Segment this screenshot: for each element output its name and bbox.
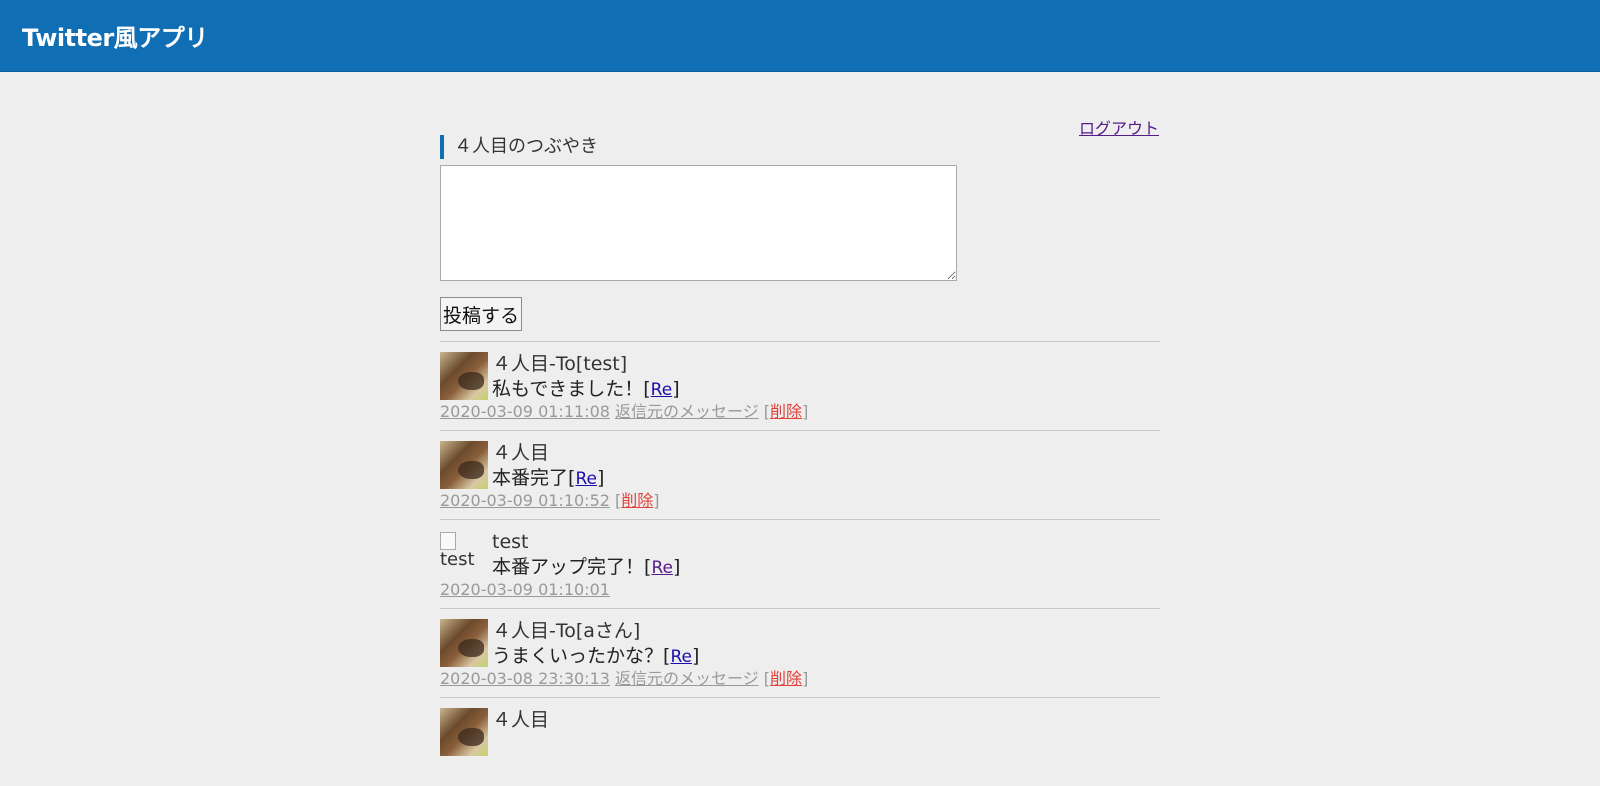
app-header: Twitter風アプリ (0, 0, 1600, 72)
entry-meta: 2020-03-08 23:30:13 返信元のメッセージ [削除] (440, 669, 809, 688)
reply-source-link[interactable]: 返信元のメッセージ (615, 669, 759, 688)
delete-link[interactable]: 削除 (770, 402, 802, 421)
app-title: Twitter風アプリ (22, 24, 208, 52)
reply-link[interactable]: Re (670, 647, 692, 667)
timestamp-link[interactable]: 2020-03-08 23:30:13 (440, 669, 610, 688)
delete-link[interactable]: 削除 (621, 491, 653, 510)
entry-message: うまくいったかな？[Re] (492, 645, 700, 667)
timestamp-link[interactable]: 2020-03-09 01:10:01 (440, 580, 610, 599)
logout-link[interactable]: ログアウト (1079, 115, 1159, 139)
timestamp-link[interactable]: 2020-03-09 01:11:08 (440, 402, 610, 421)
message-text: うまくいったかな？ (492, 645, 664, 667)
entry-message: 本番完了[Re] (492, 467, 605, 489)
timeline-entry: ４人目-To[aさん] うまくいったかな？[Re] 2020-03-08 23:… (440, 608, 1160, 697)
entry-author: ４人目 (492, 442, 550, 464)
reply-link[interactable]: Re (651, 380, 673, 400)
post-button[interactable]: 投稿する (440, 297, 522, 331)
timeline-entry: ４人目 本番完了[Re] 2020-03-09 01:10:52 [削除] (440, 430, 1160, 519)
entry-message: 本番アップ完了！[Re] (492, 556, 681, 578)
compose-heading: ４人目のつぶやき (440, 135, 598, 159)
avatar-alt-text: test (440, 549, 475, 570)
entry-author: ４人目-To[aさん] (492, 620, 641, 642)
entry-author: test (492, 531, 529, 553)
entry-meta: 2020-03-09 01:10:52 [削除] (440, 491, 660, 510)
reply-link[interactable]: Re (575, 469, 597, 489)
timeline-entry: ４人目-To[test] 私もできました！[Re] 2020-03-09 01:… (440, 341, 1160, 430)
timeline: ４人目-To[test] 私もできました！[Re] 2020-03-09 01:… (440, 341, 1160, 786)
entry-meta: 2020-03-09 01:11:08 返信元のメッセージ [削除] (440, 402, 809, 421)
timeline-entry: test test 本番アップ完了！[Re] 2020-03-09 01:10:… (440, 519, 1160, 608)
broken-avatar-icon: test (440, 530, 488, 578)
entry-meta: 2020-03-09 01:10:01 (440, 580, 610, 600)
user-avatar (440, 441, 488, 489)
user-avatar (440, 708, 488, 756)
entry-author: ４人目 (492, 709, 550, 731)
reply-link[interactable]: Re (651, 558, 673, 578)
user-avatar (440, 619, 488, 667)
timestamp-link[interactable]: 2020-03-09 01:10:52 (440, 491, 610, 510)
delete-link[interactable]: 削除 (770, 669, 802, 688)
user-avatar (440, 352, 488, 400)
broken-image-icon (440, 532, 456, 550)
timeline-entry: ４人目 (440, 697, 1160, 786)
message-text: 本番完了 (492, 467, 569, 489)
message-text: 私もできました！ (492, 378, 644, 400)
message-text: 本番アップ完了！ (492, 556, 645, 578)
entry-author: ４人目-To[test] (492, 353, 628, 375)
entry-message: 私もできました！[Re] (492, 378, 680, 400)
reply-source-link[interactable]: 返信元のメッセージ (615, 402, 759, 421)
tweet-textarea[interactable] (440, 165, 957, 281)
